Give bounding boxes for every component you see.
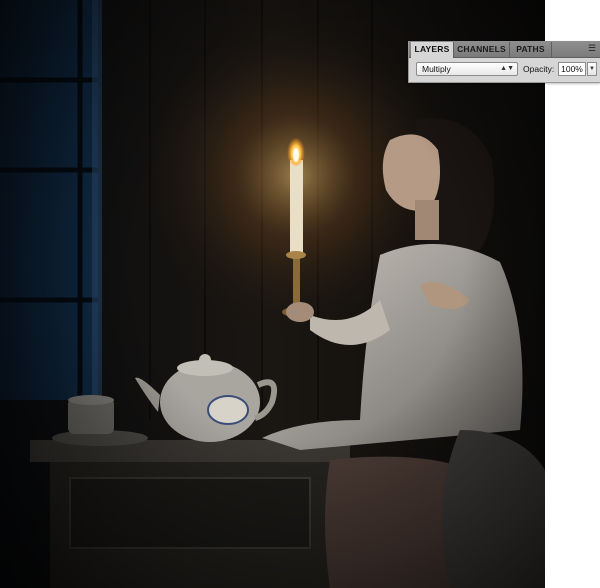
- opacity-input[interactable]: 100%: [558, 62, 586, 76]
- tab-paths[interactable]: PATHS: [510, 42, 552, 57]
- opacity-dropdown-icon[interactable]: ▼: [587, 62, 597, 76]
- select-arrows-icon: ▲▼: [500, 65, 514, 72]
- panel-menu-icon[interactable]: ☰: [586, 43, 598, 54]
- blend-mode-select[interactable]: Multiply ▲▼: [416, 62, 518, 76]
- layers-panel: LAYERS CHANNELS PATHS ☰ Multiply ▲▼ Opac…: [408, 41, 600, 83]
- blend-mode-value: Multiply: [422, 64, 451, 74]
- opacity-label: Opacity:: [523, 64, 555, 74]
- photo-artwork: [0, 0, 545, 588]
- tab-layers[interactable]: LAYERS: [411, 42, 454, 58]
- tab-channels[interactable]: CHANNELS: [454, 42, 510, 57]
- panel-tab-bar: LAYERS CHANNELS PATHS ☰: [409, 41, 600, 58]
- photo-canvas[interactable]: [0, 0, 545, 588]
